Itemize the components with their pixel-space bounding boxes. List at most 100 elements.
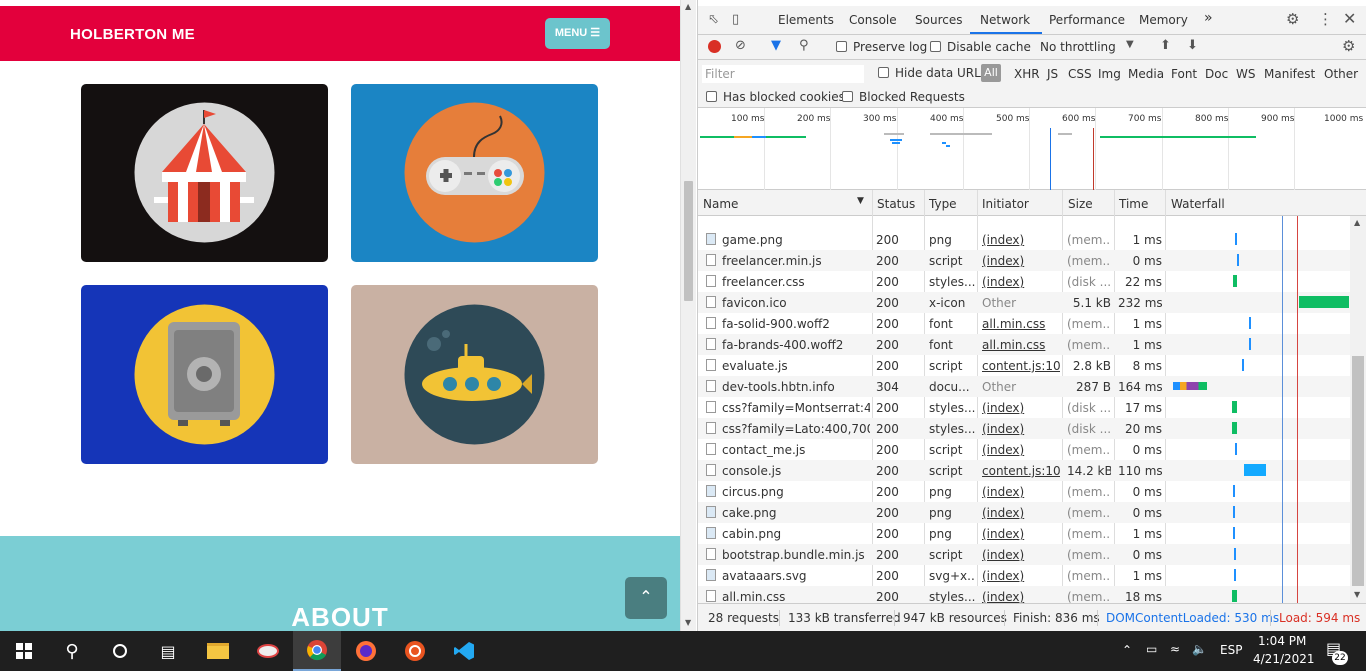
ubuntu-icon[interactable] — [391, 631, 439, 671]
cell-initiator[interactable]: Other — [982, 380, 1060, 394]
table-row[interactable]: bootstrap.bundle.min.js 200 script (index) (… — [698, 544, 1350, 565]
type-filter-ws[interactable]: WS — [1236, 67, 1255, 81]
cell-name[interactable]: console.js — [722, 464, 870, 478]
more-options-icon[interactable]: ⋮ — [1318, 10, 1333, 28]
menu-button[interactable]: MENU ☰ — [545, 18, 610, 49]
show-hidden-icons-icon[interactable]: ⌃ — [1122, 643, 1132, 657]
import-har-icon[interactable]: ⬆ — [1160, 38, 1171, 53]
sort-descending-icon[interactable]: ▼ — [857, 196, 864, 206]
type-filter-css[interactable]: CSS — [1068, 67, 1092, 81]
table-row[interactable]: css?family=Montserrat:40... 200 styles... (… — [698, 397, 1350, 418]
type-filter-media[interactable]: Media — [1128, 67, 1164, 81]
firefox-icon[interactable] — [342, 631, 390, 671]
scroll-down-arrow-icon[interactable]: ▼ — [685, 618, 691, 627]
search-icon[interactable]: ⚲ — [48, 631, 96, 671]
portfolio-card-safe[interactable] — [81, 285, 328, 464]
cell-name[interactable]: css?family=Lato:400,700,4... — [722, 422, 870, 436]
clear-icon[interactable]: ⊘ — [735, 38, 746, 53]
column-waterfall[interactable]: Waterfall — [1171, 197, 1225, 211]
cell-initiator[interactable]: (index) — [982, 401, 1060, 415]
cell-initiator[interactable]: content.js:104 — [982, 359, 1060, 373]
type-filter-xhr[interactable]: XHR — [1014, 67, 1040, 81]
chrome-icon[interactable] — [293, 631, 341, 671]
table-row-partial[interactable] — [698, 216, 1350, 229]
disable-cache-checkbox[interactable] — [930, 41, 941, 52]
cell-name[interactable]: freelancer.min.js — [722, 254, 870, 268]
hide-data-urls-checkbox[interactable] — [878, 67, 889, 78]
language-indicator[interactable]: ESP — [1220, 643, 1242, 657]
clock-time[interactable]: 1:04 PM — [1258, 634, 1306, 648]
throttling-select[interactable]: No throttling — [1040, 40, 1116, 54]
cell-name[interactable]: bootstrap.bundle.min.js — [722, 548, 870, 562]
column-size[interactable]: Size — [1068, 197, 1093, 211]
cell-initiator[interactable]: (index) — [982, 485, 1060, 499]
table-row[interactable]: circus.png 200 png (index) (mem... 0 ms — [698, 481, 1350, 502]
filter-input[interactable]: Filter — [702, 65, 864, 83]
cortana-icon[interactable] — [96, 631, 144, 671]
brand-link[interactable]: HOLBERTON ME — [70, 26, 195, 43]
cell-name[interactable]: contact_me.js — [722, 443, 870, 457]
portfolio-card-game[interactable] — [351, 84, 598, 262]
search-icon[interactable]: ⚲ — [799, 38, 809, 53]
portfolio-card-circus[interactable] — [81, 84, 328, 262]
tab-elements[interactable]: Elements — [778, 13, 834, 27]
cell-initiator[interactable]: (index) — [982, 275, 1060, 289]
cell-name[interactable]: game.png — [722, 233, 870, 247]
battery-icon[interactable]: ▭ — [1146, 642, 1157, 656]
tab-console[interactable]: Console — [849, 13, 897, 27]
tab-memory[interactable]: Memory — [1139, 13, 1188, 27]
type-filter-manifest[interactable]: Manifest — [1264, 67, 1315, 81]
cell-initiator[interactable]: (index) — [982, 527, 1060, 541]
cell-initiator[interactable]: (index) — [982, 548, 1060, 562]
cell-name[interactable]: all.min.css — [722, 590, 870, 603]
tab-network[interactable]: Network — [980, 13, 1030, 27]
cell-name[interactable]: fa-solid-900.woff2 — [722, 317, 870, 331]
type-filter-all[interactable]: All — [981, 64, 1001, 82]
table-row[interactable]: cabin.png 200 png (index) (mem... 1 ms — [698, 523, 1350, 544]
cell-initiator[interactable]: all.min.css — [982, 317, 1060, 331]
table-row[interactable]: contact_me.js 200 script (index) (mem... 0 ms — [698, 439, 1350, 460]
device-toolbar-icon[interactable]: ▯ — [732, 12, 739, 27]
column-status[interactable]: Status — [877, 197, 915, 211]
table-row[interactable]: avataaars.svg 200 svg+x... (index) (mem... 1 … — [698, 565, 1350, 586]
network-overview-timeline[interactable]: 100 ms 200 ms 300 ms 400 ms 500 ms 600 m… — [698, 108, 1366, 190]
page-scrollbar[interactable]: ▲ ▼ — [680, 0, 696, 631]
file-explorer-icon[interactable] — [194, 631, 242, 671]
cell-name[interactable]: freelancer.css — [722, 275, 870, 289]
scroll-down-arrow-icon[interactable]: ▼ — [1354, 590, 1360, 599]
cell-name[interactable]: evaluate.js — [722, 359, 870, 373]
network-settings-gear-icon[interactable]: ⚙ — [1342, 37, 1355, 55]
close-devtools-icon[interactable]: ✕ — [1343, 9, 1356, 28]
blocked-requests-checkbox[interactable] — [842, 91, 853, 102]
column-type[interactable]: Type — [929, 197, 957, 211]
inspect-element-icon[interactable]: ⬁ — [708, 12, 719, 27]
cell-initiator[interactable]: (index) — [982, 506, 1060, 520]
cell-name[interactable]: cake.png — [722, 506, 870, 520]
cell-initiator[interactable]: (index) — [982, 254, 1060, 268]
clock-date[interactable]: 4/21/2021 — [1253, 652, 1315, 666]
volume-icon[interactable]: 🔈 — [1192, 642, 1207, 656]
cell-name[interactable]: css?family=Montserrat:40... — [722, 401, 870, 415]
filter-icon[interactable]: ▼ — [771, 38, 781, 53]
table-row[interactable]: console.js 200 script content.js:104 14.2 kB… — [698, 460, 1350, 481]
column-name[interactable]: Name — [703, 197, 738, 211]
cell-initiator[interactable]: content.js:104 — [982, 464, 1060, 478]
cell-name[interactable]: favicon.ico — [722, 296, 870, 310]
paint-icon[interactable] — [244, 631, 292, 671]
table-row[interactable]: css?family=Lato:400,700,4... 200 styles...… — [698, 418, 1350, 439]
cell-initiator[interactable]: Other — [982, 296, 1060, 310]
cell-initiator[interactable]: (index) — [982, 233, 1060, 247]
table-row[interactable]: evaluate.js 200 script content.js:104 2.8 kB… — [698, 355, 1350, 376]
chevron-down-icon[interactable]: ▼ — [1126, 39, 1134, 50]
preserve-log-checkbox[interactable] — [836, 41, 847, 52]
cell-name[interactable]: cabin.png — [722, 527, 870, 541]
has-blocked-cookies-checkbox[interactable] — [706, 91, 717, 102]
export-har-icon[interactable]: ⬇ — [1187, 38, 1198, 53]
cell-name[interactable]: circus.png — [722, 485, 870, 499]
column-initiator[interactable]: Initiator — [982, 197, 1029, 211]
table-row[interactable]: favicon.ico 200 x-icon Other 5.1 kB 232 ms — [698, 292, 1350, 313]
wifi-icon[interactable]: ≈ — [1170, 642, 1180, 656]
requests-scrollbar-thumb[interactable] — [1352, 356, 1364, 586]
portfolio-card-submarine[interactable] — [351, 285, 598, 464]
cell-initiator[interactable]: (index) — [982, 443, 1060, 457]
